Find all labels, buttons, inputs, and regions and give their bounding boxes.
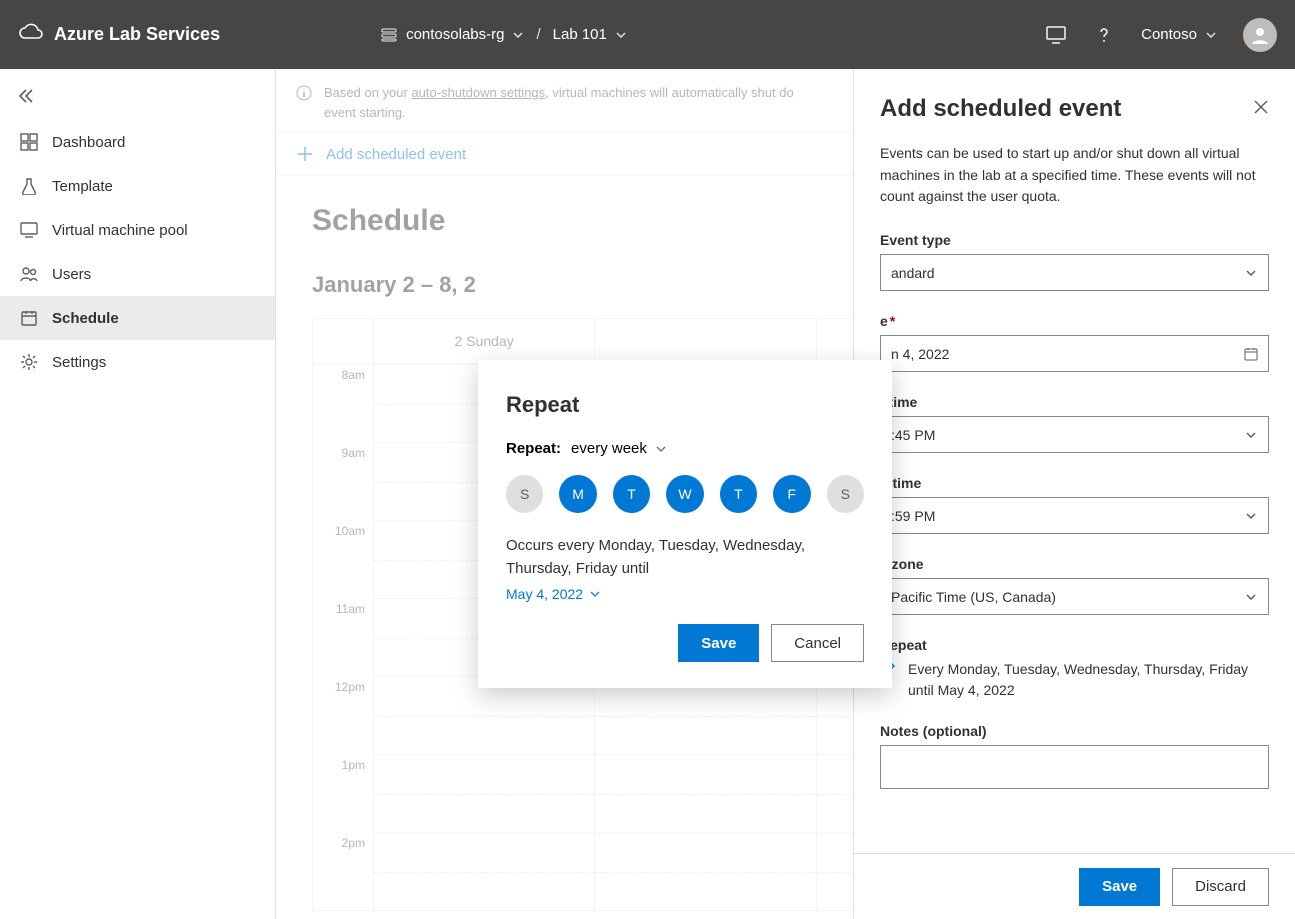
- add-event-panel: Add scheduled event Events can be used t…: [853, 69, 1295, 919]
- users-icon: [20, 265, 38, 283]
- start-time-value: :45 PM: [891, 427, 935, 443]
- date-input[interactable]: n 4, 2022: [880, 335, 1269, 372]
- repeat-frequency-value: every week: [571, 440, 647, 457]
- stop-time-label: p time: [880, 475, 1269, 491]
- chevron-down-icon: [615, 29, 627, 41]
- chevron-down-icon: [1244, 266, 1258, 280]
- stop-time-select[interactable]: :59 PM: [880, 497, 1269, 534]
- chevron-down-icon: [589, 588, 601, 600]
- sidebar-item-settings[interactable]: Settings: [0, 340, 275, 384]
- repeat-occurs-summary: Occurs every Monday, Tuesday, Wednesday,…: [506, 535, 864, 580]
- repeat-until-value: May 4, 2022: [506, 586, 583, 602]
- day-toggle[interactable]: M: [559, 475, 596, 513]
- sidebar-item-template[interactable]: Template: [0, 164, 275, 208]
- dashboard-icon: [20, 133, 38, 151]
- gear-icon: [20, 353, 38, 371]
- sidebar: Dashboard Template Virtual machine pool …: [0, 69, 276, 919]
- sidebar-item-label: Settings: [52, 354, 106, 371]
- tenant-selector[interactable]: Contoso: [1141, 26, 1217, 43]
- breadcrumb-lab[interactable]: Lab 101: [553, 26, 627, 43]
- modal-title: Repeat: [506, 392, 864, 418]
- day-toggle[interactable]: W: [666, 475, 703, 513]
- breadcrumb-lab-label: Lab 101: [553, 26, 607, 43]
- chevron-down-icon: [512, 29, 524, 41]
- repeat-frequency-select[interactable]: every week: [571, 440, 667, 457]
- repeat-until-date[interactable]: May 4, 2022: [506, 586, 601, 602]
- stop-time-value: :59 PM: [891, 508, 935, 524]
- event-type-value: andard: [891, 265, 935, 281]
- close-panel-button[interactable]: [1253, 99, 1269, 120]
- repeat-frequency-label: Repeat:: [506, 440, 561, 457]
- chevron-down-icon: [655, 443, 667, 455]
- repeat-modal: Repeat Repeat: every week SMTWTFS Occurs…: [478, 360, 892, 688]
- sidebar-item-vm-pool[interactable]: Virtual machine pool: [0, 208, 275, 252]
- panel-footer: Save Discard: [854, 853, 1295, 919]
- sidebar-item-label: Dashboard: [52, 134, 125, 151]
- panel-save-button[interactable]: Save: [1079, 868, 1160, 906]
- day-toggle[interactable]: F: [773, 475, 810, 513]
- calendar-icon: [1244, 347, 1258, 361]
- chevron-down-icon: [1244, 428, 1258, 442]
- calendar-icon: [20, 309, 38, 327]
- tenant-label: Contoso: [1141, 26, 1197, 43]
- logo: Azure Lab Services: [18, 22, 220, 47]
- chevron-down-icon: [1244, 509, 1258, 523]
- avatar[interactable]: [1243, 18, 1277, 52]
- panel-discard-button[interactable]: Discard: [1172, 868, 1269, 906]
- day-toggle[interactable]: S: [827, 475, 864, 513]
- event-type-label: Event type: [880, 232, 1269, 248]
- modal-cancel-button[interactable]: Cancel: [771, 624, 864, 662]
- sidebar-item-users[interactable]: Users: [0, 252, 275, 296]
- chevron-down-icon: [1244, 590, 1258, 604]
- notes-textarea[interactable]: [880, 745, 1269, 789]
- sidebar-item-dashboard[interactable]: Dashboard: [0, 120, 275, 164]
- sidebar-item-label: Template: [52, 178, 113, 195]
- chevron-down-icon: [1205, 29, 1217, 41]
- breadcrumb: contosolabs-rg / Lab 101: [380, 26, 627, 44]
- help-icon[interactable]: [1093, 24, 1115, 46]
- sidebar-item-label: Users: [52, 266, 91, 283]
- day-toggle[interactable]: T: [613, 475, 650, 513]
- cloud-icon: [18, 22, 44, 47]
- timezone-value: Pacific Time (US, Canada): [891, 589, 1056, 605]
- panel-title: Add scheduled event: [880, 95, 1121, 123]
- repeat-summary: Every Monday, Tuesday, Wednesday, Thursd…: [908, 659, 1269, 701]
- timezone-select[interactable]: Pacific Time (US, Canada): [880, 578, 1269, 615]
- repeat-label: Repeat: [880, 637, 1269, 653]
- day-toggle[interactable]: T: [720, 475, 757, 513]
- notes-label: Notes (optional): [880, 723, 1269, 739]
- flask-icon: [20, 177, 38, 195]
- collapse-sidebar-button[interactable]: [0, 77, 275, 120]
- sidebar-item-label: Schedule: [52, 310, 119, 327]
- monitor-icon[interactable]: [1045, 24, 1067, 46]
- start-time-select[interactable]: :45 PM: [880, 416, 1269, 453]
- app-title: Azure Lab Services: [54, 24, 220, 45]
- resource-group-icon: [380, 26, 398, 44]
- day-toggle[interactable]: S: [506, 475, 543, 513]
- panel-description: Events can be used to start up and/or sh…: [880, 143, 1269, 208]
- sidebar-item-schedule[interactable]: Schedule: [0, 296, 275, 340]
- sidebar-item-label: Virtual machine pool: [52, 222, 188, 239]
- breadcrumb-rg-label: contosolabs-rg: [406, 26, 504, 43]
- breadcrumb-separator: /: [536, 26, 540, 43]
- day-selector: SMTWTFS: [506, 475, 864, 513]
- date-label: e*: [880, 313, 1269, 329]
- monitor-icon: [20, 221, 38, 239]
- timezone-label: e zone: [880, 556, 1269, 572]
- date-value: n 4, 2022: [891, 346, 949, 362]
- modal-save-button[interactable]: Save: [678, 624, 759, 662]
- top-bar: Azure Lab Services contosolabs-rg / Lab …: [0, 0, 1295, 69]
- event-type-select[interactable]: andard: [880, 254, 1269, 291]
- breadcrumb-resource-group[interactable]: contosolabs-rg: [380, 26, 524, 44]
- start-time-label: t time: [880, 394, 1269, 410]
